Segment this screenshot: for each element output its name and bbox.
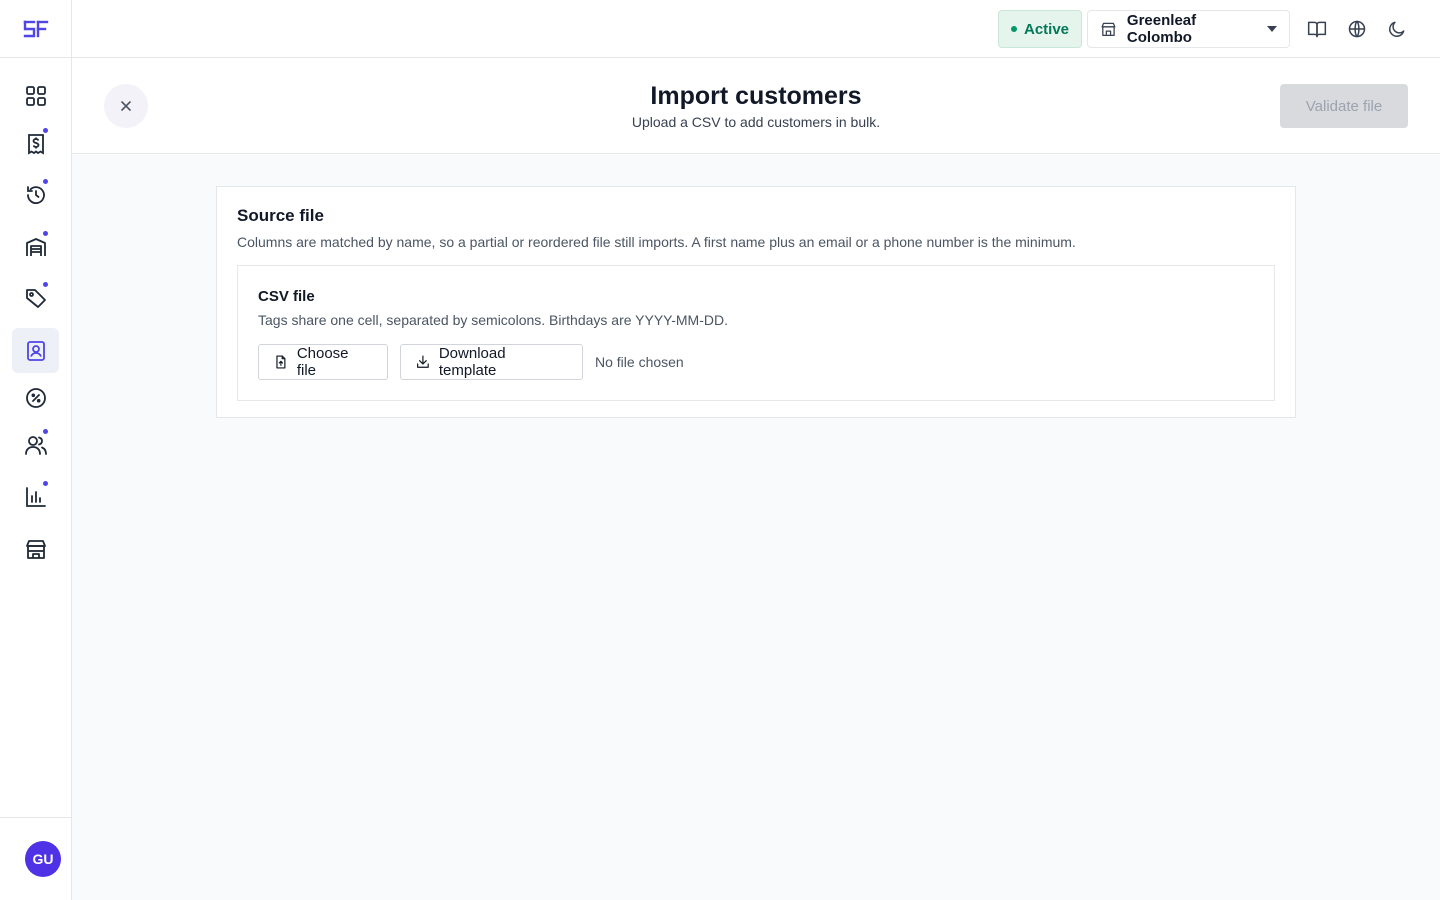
sidebar-item-sales[interactable] — [12, 121, 59, 166]
globe-icon — [1348, 20, 1366, 38]
users-icon — [24, 435, 47, 455]
section-description: Columns are matched by name, so a partia… — [237, 234, 1076, 250]
logo-mark-icon — [23, 20, 48, 37]
sidebar-item-customers[interactable] — [12, 328, 59, 373]
choose-file-button[interactable]: Choose file — [258, 344, 388, 380]
status-label: Active — [1024, 20, 1070, 38]
page-header: Import customers Upload a CSV to add cus… — [72, 58, 1440, 154]
notification-dot — [43, 481, 48, 486]
app: GU Active Greenleaf Colombo Import custo… — [0, 0, 1440, 900]
history-icon — [26, 185, 45, 204]
grid-icon — [25, 85, 46, 106]
notification-dot — [43, 128, 48, 133]
contact-card-icon — [26, 340, 45, 361]
topbar: Active Greenleaf Colombo — [72, 0, 1440, 58]
download-template-button[interactable]: Download template — [400, 344, 583, 380]
notification-dot — [43, 231, 48, 236]
book-icon — [1307, 21, 1327, 38]
sidebar-item-reports[interactable] — [12, 474, 59, 519]
percent-badge-icon — [25, 387, 46, 408]
warehouse-icon — [25, 237, 46, 256]
language-button[interactable] — [1345, 17, 1369, 41]
csv-file-description: Tags share one cell, separated by semico… — [258, 312, 728, 328]
store-icon — [1101, 22, 1116, 36]
file-status: No file chosen — [595, 354, 684, 370]
app-logo[interactable] — [0, 0, 71, 58]
status-dot — [1011, 26, 1017, 32]
sidebar-item-returns[interactable] — [12, 172, 59, 217]
notification-dot — [43, 282, 48, 287]
theme-toggle[interactable] — [1385, 17, 1409, 41]
notification-dot — [43, 179, 48, 184]
status-badge: Active — [998, 10, 1083, 48]
sidebar-item-stores[interactable] — [12, 526, 59, 571]
sidebar-item-products[interactable] — [12, 275, 59, 320]
sidebar: GU — [0, 0, 72, 900]
store-selector[interactable]: Greenleaf Colombo — [1087, 10, 1290, 48]
source-file-card: Source file Columns are matched by name,… — [216, 186, 1296, 418]
sidebar-item-discounts[interactable] — [12, 375, 59, 420]
section-title: Source file — [237, 206, 324, 225]
validate-file-button[interactable]: Validate file — [1280, 84, 1408, 128]
download-icon — [417, 355, 429, 368]
sidebar-item-staff[interactable] — [12, 422, 59, 467]
chevron-down-icon — [1267, 26, 1277, 32]
tag-icon — [25, 288, 46, 308]
store-icon — [25, 539, 46, 559]
bar-chart-icon — [25, 486, 46, 507]
notification-dot — [43, 429, 48, 434]
page-title: Import customers — [650, 82, 862, 110]
csv-file-panel: CSV file Tags share one cell, separated … — [237, 265, 1275, 401]
receipt-dollar-icon — [27, 133, 44, 155]
docs-button[interactable] — [1305, 17, 1329, 41]
page-subtitle: Upload a CSV to add customers in bulk. — [631, 114, 881, 130]
sidebar-item-inventory[interactable] — [12, 224, 59, 269]
choose-file-label: Choose file — [296, 345, 349, 379]
sidebar-footer: GU — [0, 817, 71, 900]
store-name: Greenleaf Colombo — [1126, 12, 1197, 46]
avatar[interactable]: GU — [25, 841, 61, 877]
download-template-label: Download template — [438, 345, 506, 379]
moon-icon — [1389, 21, 1405, 37]
main-content: Source file Columns are matched by name,… — [72, 155, 1440, 900]
sidebar-item-dashboard[interactable] — [12, 73, 59, 118]
csv-file-title: CSV file — [258, 288, 315, 305]
file-upload-icon — [276, 355, 286, 369]
